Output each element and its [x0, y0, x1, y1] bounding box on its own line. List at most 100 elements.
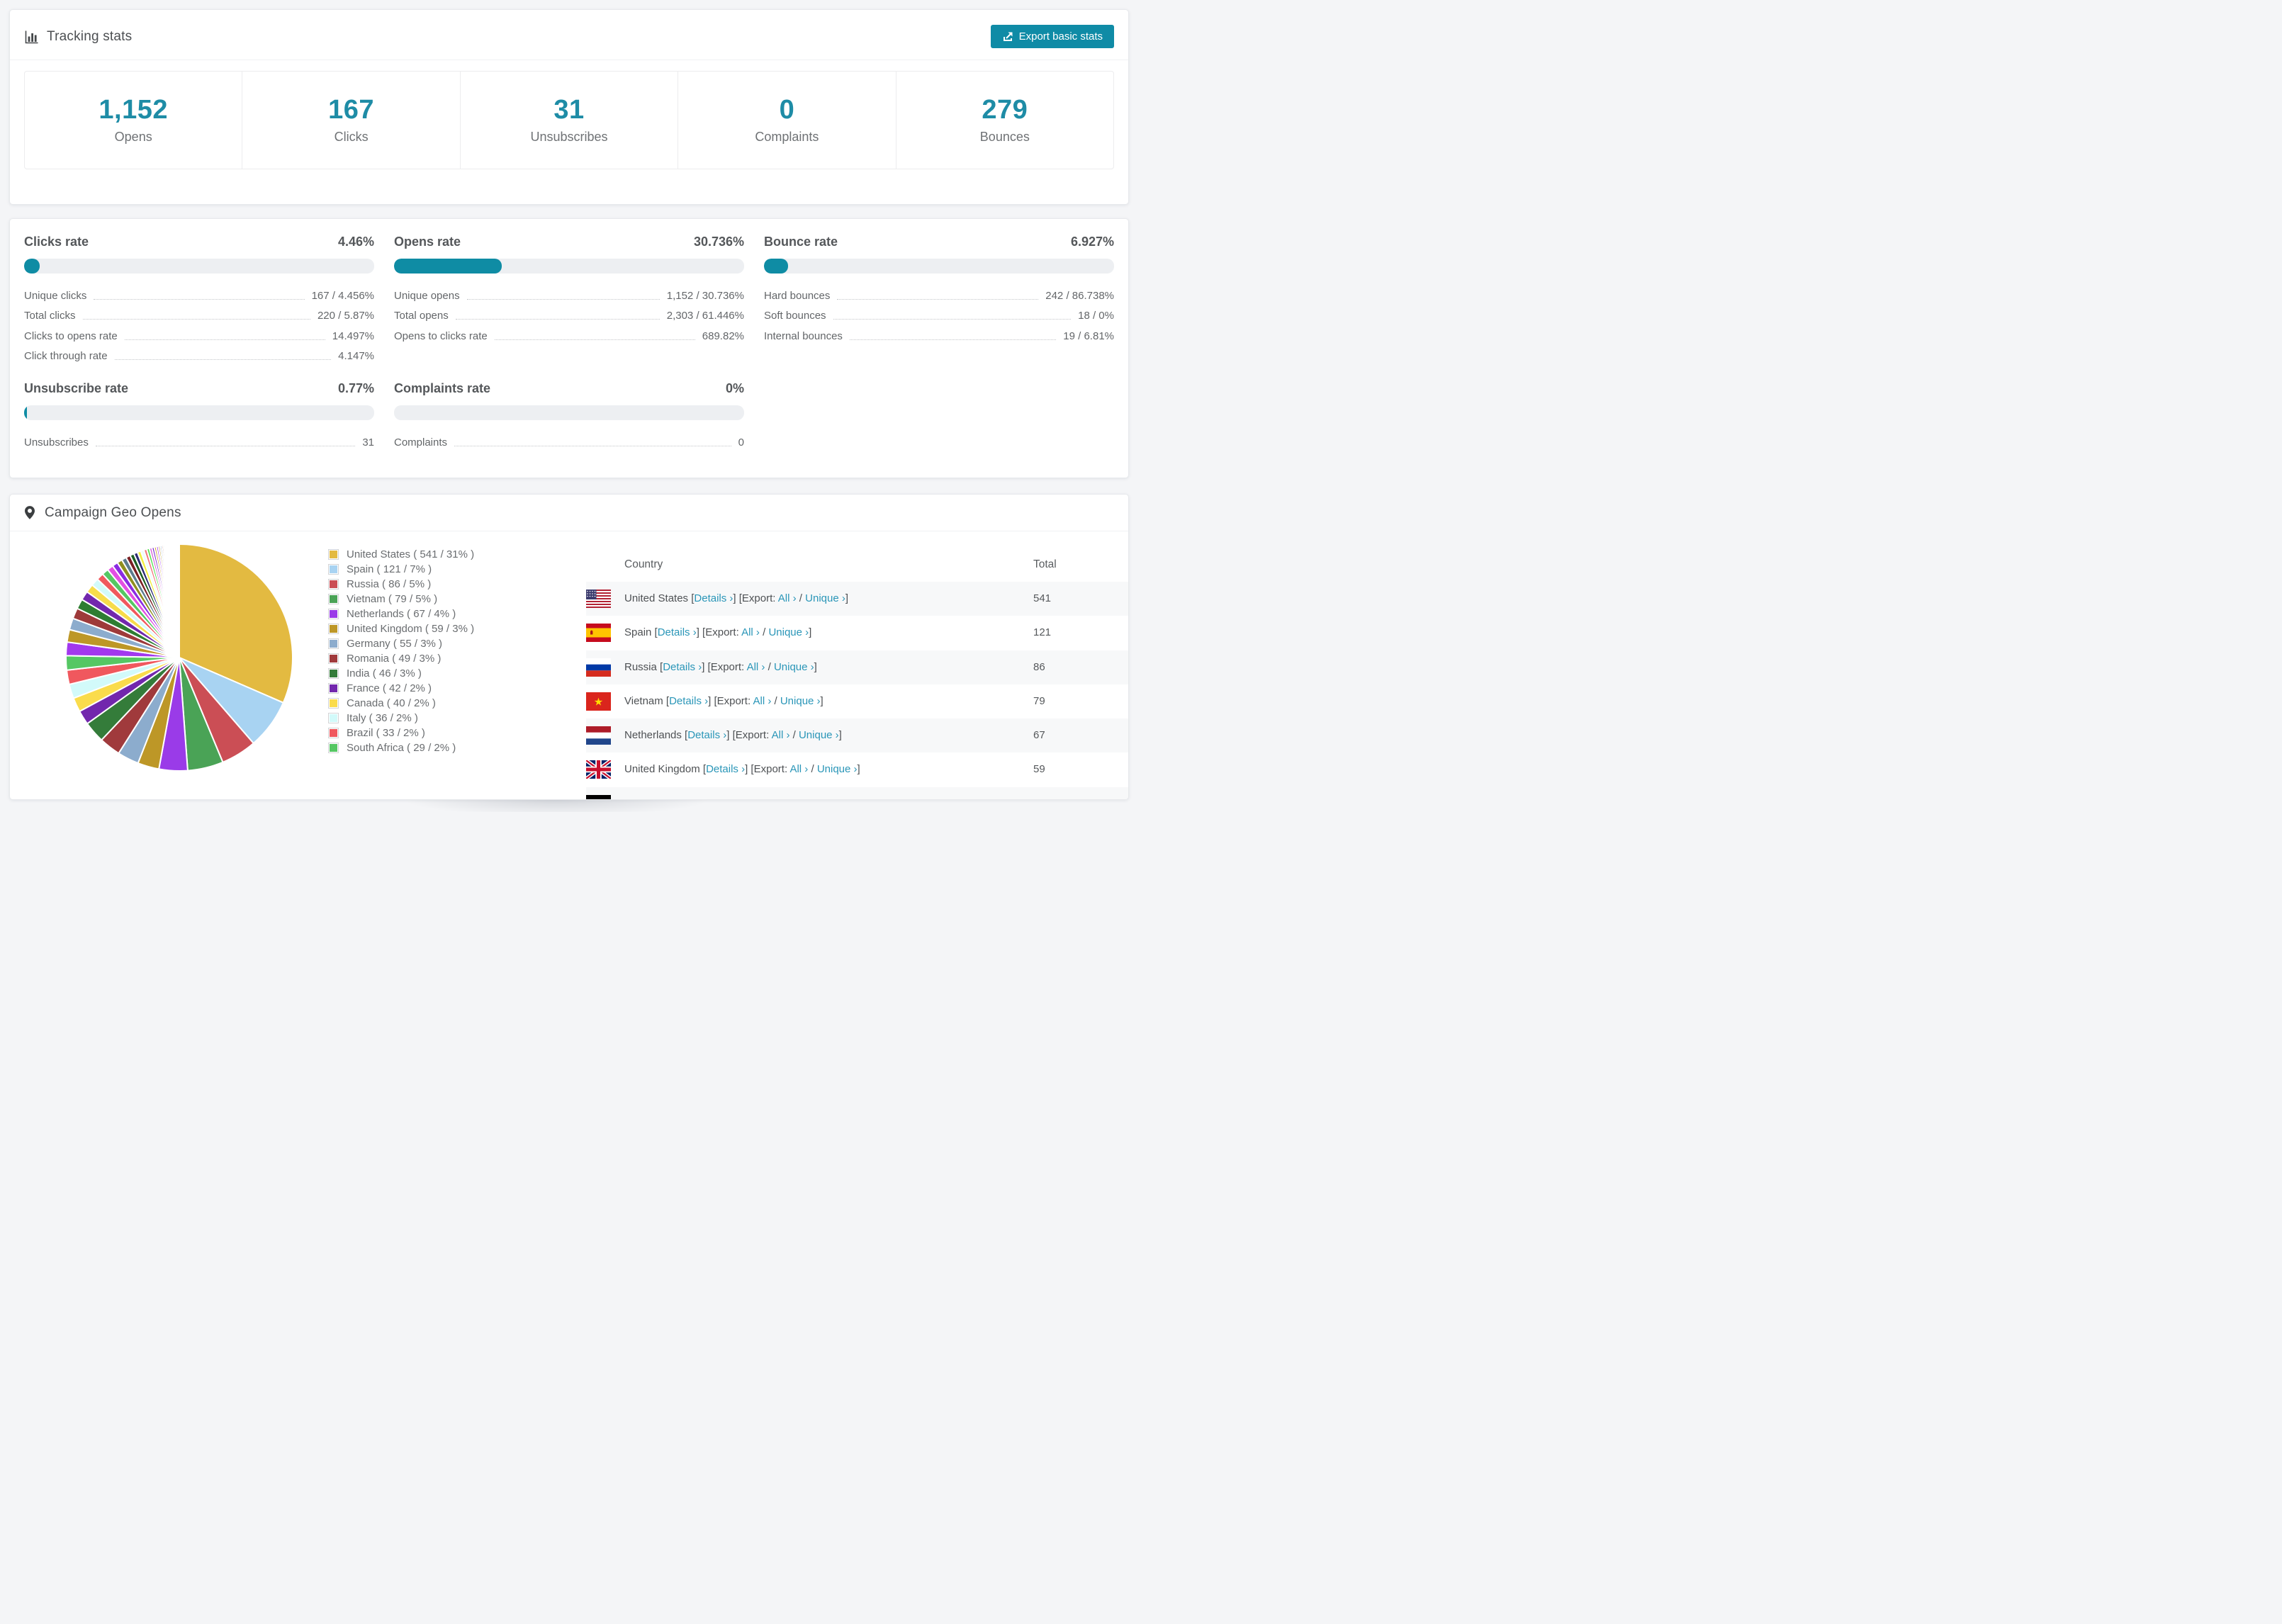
tracking-stats-header: Tracking stats Export basic stats [10, 10, 1128, 60]
rate-progress-bar [394, 405, 744, 420]
export-all-link[interactable]: All › [741, 626, 760, 638]
page-bottom-shadow [354, 800, 758, 812]
legend-swatch [328, 653, 339, 664]
export-all-link[interactable]: All › [753, 695, 771, 707]
stat-summary-row: 1,152 Opens 167 Clicks 31 Unsubscribes 0… [24, 71, 1115, 169]
country-cell: United Kingdom [Details ›] [Export: All … [624, 763, 860, 776]
stat-value: 167 [328, 95, 375, 125]
legend-swatch [328, 609, 339, 619]
export-unique-link[interactable]: Unique › [780, 695, 821, 707]
rate-block-clicks-rate: Clicks rate 4.46% Unique clicks 167 / 4.… [24, 235, 374, 364]
campaign-overview-page: Tracking stats Export basic stats 1,152 … [0, 0, 1141, 812]
details-link[interactable]: Details › [706, 763, 745, 775]
legend-swatch [328, 549, 339, 560]
legend-item-italy: Italy ( 36 / 2% ) [328, 711, 474, 726]
export-unique-link[interactable]: Unique › [768, 626, 809, 638]
export-all-link[interactable]: All › [758, 798, 776, 799]
geo-table-row-germany: Germany [Details ›] [Export: All › / Uni… [586, 786, 1128, 799]
legend-item-india: India ( 46 / 3% ) [328, 666, 474, 681]
rate-progress-fill [24, 405, 28, 420]
stat-label: Complaints [755, 129, 819, 144]
rates-card: Clicks rate 4.46% Unique clicks 167 / 4.… [9, 218, 1129, 478]
legend-swatch [328, 579, 339, 590]
legend-label: Canada ( 40 / 2% ) [347, 697, 436, 709]
legend-label: France ( 42 / 2% ) [347, 682, 432, 694]
geo-table-row-russia: Russia [Details ›] [Export: All › / Uniq… [586, 650, 1128, 684]
svg-text:★: ★ [594, 696, 603, 708]
legend-item-russia: Russia ( 86 / 5% ) [328, 577, 474, 592]
dotted-leader [466, 298, 660, 300]
total-cell: 55 [1033, 787, 1045, 799]
stat-box-complaints: 0 Complaints [678, 71, 896, 169]
details-link[interactable]: Details › [663, 661, 702, 673]
export-unique-link[interactable]: Unique › [799, 729, 839, 741]
legend-item-south-africa: South Africa ( 29 / 2% ) [328, 740, 474, 755]
export-unique-link[interactable]: Unique › [774, 661, 814, 673]
rate-row: Internal bounces 19 / 6.81% [764, 329, 1114, 342]
details-link[interactable]: Details › [687, 729, 726, 741]
rate-title: Complaints rate [394, 381, 491, 395]
rate-progress-bar [394, 259, 744, 274]
dotted-leader [837, 298, 1039, 300]
flag-ru-icon [586, 658, 611, 677]
dotted-leader [849, 339, 1057, 340]
export-icon [1002, 31, 1013, 43]
export-unique-link[interactable]: Unique › [817, 763, 858, 775]
geo-table-header: Country Total [586, 550, 1128, 582]
dotted-leader [833, 319, 1072, 320]
export-basic-stats-button[interactable]: Export basic stats [990, 25, 1114, 48]
rate-progress-bar [24, 259, 374, 274]
export-all-link[interactable]: All › [772, 729, 790, 741]
rate-row: Soft bounces 18 / 0% [764, 310, 1114, 322]
stat-label: Opens [114, 129, 152, 144]
dotted-leader [114, 359, 332, 360]
rate-value: 30.736% [693, 235, 744, 249]
stat-value: 1,152 [99, 95, 168, 125]
country-cell: United States [Details ›] [Export: All ›… [624, 592, 849, 604]
flag-vn-icon: ★ [586, 692, 611, 711]
rate-title: Bounce rate [764, 235, 838, 249]
legend-item-vietnam: Vietnam ( 79 / 5% ) [328, 592, 474, 607]
export-all-link[interactable]: All › [789, 763, 808, 775]
rate-row: Total clicks 220 / 5.87% [24, 310, 374, 322]
geo-section-title: Campaign Geo Opens [45, 504, 181, 520]
details-link[interactable]: Details › [669, 695, 708, 707]
legend-label: Netherlands ( 67 / 4% ) [347, 608, 456, 620]
total-cell: 67 [1033, 729, 1045, 742]
stat-label: Bounces [979, 129, 1030, 144]
stat-label: Unsubscribes [530, 129, 608, 144]
flag-de-icon [586, 794, 611, 799]
export-all-link[interactable]: All › [747, 661, 765, 673]
legend-item-netherlands: Netherlands ( 67 / 4% ) [328, 607, 474, 621]
rate-value: 0% [725, 381, 744, 395]
legend-swatch [328, 668, 339, 679]
country-cell: Germany [Details ›] [Export: All › / Uni… [624, 787, 828, 799]
rate-value: 4.46% [337, 235, 374, 249]
country-cell: Russia [Details ›] [Export: All › / Uniq… [624, 660, 817, 673]
legend-item-france: France ( 42 / 2% ) [328, 681, 474, 696]
export-all-link[interactable]: All › [778, 592, 797, 604]
tracking-stats-card: Tracking stats Export basic stats 1,152 … [9, 9, 1129, 205]
total-cell: 59 [1033, 763, 1045, 776]
details-link[interactable]: Details › [658, 626, 697, 638]
rate-row: Unique opens 1,152 / 30.736% [394, 289, 744, 302]
geo-pie-chart [65, 543, 293, 772]
rate-row: Total opens 2,303 / 61.446% [394, 310, 744, 322]
export-unique-link[interactable]: Unique › [805, 592, 845, 604]
legend-swatch [328, 624, 339, 634]
rate-title: Clicks rate [24, 235, 89, 249]
stat-box-clicks: 167 Clicks [242, 71, 461, 169]
stat-box-unsubscribes: 31 Unsubscribes [459, 71, 679, 169]
geo-table-rows: United States [Details ›] [Export: All ›… [585, 582, 1128, 799]
geo-table-row-vietnam: ★ Vietnam [Details ›] [Export: All › / U… [586, 684, 1128, 718]
export-unique-link[interactable]: Unique › [785, 798, 826, 799]
rate-progress-bar [24, 405, 374, 420]
legend-item-canada: Canada ( 40 / 2% ) [328, 696, 474, 711]
details-link[interactable]: Details › [694, 592, 733, 604]
rate-block-bounce-rate: Bounce rate 6.927% Hard bounces 242 / 86… [764, 235, 1114, 364]
legend-swatch [328, 713, 339, 723]
rate-value: 0.77% [337, 381, 374, 395]
rate-block-unsubscribe-rate: Unsubscribe rate 0.77% Unsubscribes 31 [24, 381, 374, 451]
stat-value: 279 [982, 95, 1028, 125]
stat-value: 0 [779, 95, 795, 125]
